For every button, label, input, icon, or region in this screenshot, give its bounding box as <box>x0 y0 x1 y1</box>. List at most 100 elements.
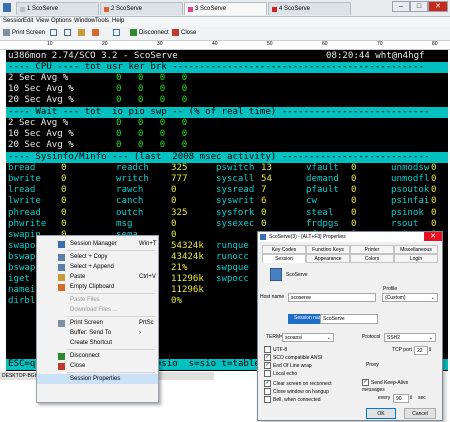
keepalive-checkbox[interactable]: ✓ Send Keep-Alive messages <box>362 379 432 394</box>
stat-name: pswitch <box>216 163 255 174</box>
checkbox-label: End Of Line wrap <box>273 362 312 369</box>
dialog-close-button[interactable]: ✕ <box>424 232 442 241</box>
menu-item-paste-files[interactable]: Paste Files <box>37 295 158 305</box>
close-button[interactable]: Close <box>172 29 196 38</box>
empty-clipboard-icon <box>58 284 65 291</box>
checkbox-sco-compatible-ansi[interactable]: ✓ SCO compatible ANSI <box>264 354 322 362</box>
chevron-down-icon: ⌄ <box>428 335 433 341</box>
menu-item-buffer-send-to[interactable]: Buffer: Send To › <box>37 328 158 338</box>
stat-name: readch <box>116 163 149 174</box>
stat-name: steal <box>306 207 334 218</box>
paste-button[interactable] <box>78 29 87 38</box>
interval-stepper[interactable]: ⇕ <box>409 395 413 402</box>
profile-value: (Custom) <box>385 295 406 301</box>
menu-item-session-properties[interactable]: Session Properties <box>37 374 158 384</box>
tab-login[interactable]: Login <box>394 254 438 263</box>
ruler-tick: 10 <box>47 41 53 47</box>
menu-item-select-copy[interactable]: Select + Copy <box>37 252 158 262</box>
menu-item-shortcut: PrtSc <box>139 320 154 326</box>
menu-item-disconnect[interactable]: Disconnect <box>37 351 158 361</box>
tab-function-keys[interactable]: Function Keys <box>306 245 350 254</box>
checkbox-local-echo[interactable]: Local echo <box>264 370 297 378</box>
stat-name: runocc <box>216 251 249 262</box>
stat-name: sysexec <box>216 218 255 229</box>
menu-item-paste[interactable]: Paste Ctrl+V <box>37 272 158 282</box>
cancel-button[interactable]: Cancel <box>404 408 436 419</box>
stat-value: 0 <box>431 174 437 185</box>
append-button[interactable] <box>64 29 73 38</box>
session-manager-button[interactable] <box>113 29 122 38</box>
tab-printer[interactable]: Printer <box>350 245 394 254</box>
profile-select[interactable]: (Custom) ⌄ <box>382 293 438 302</box>
avg-row-values: 0 0 0 0 <box>116 84 188 95</box>
stat-value: 21% <box>171 263 188 273</box>
menu-item-download-files[interactable]: Download Files ... <box>37 305 158 315</box>
ok-button[interactable]: OK <box>366 408 396 419</box>
protocol-select[interactable]: SSH2 ⌄ <box>384 333 436 342</box>
stat-name: sysread <box>216 185 255 196</box>
menu-item-print-screen[interactable]: Print Screen PrtSc <box>37 318 158 328</box>
checkbox-utf-8[interactable]: UTF-8 <box>264 346 287 354</box>
stat-name: cw <box>306 196 317 207</box>
tab-appearance[interactable]: Appearance <box>306 254 350 263</box>
menu-separator <box>67 250 155 251</box>
menu-item-label: Disconnect <box>70 353 100 359</box>
tab-session-3[interactable]: 3 ScoServe <box>184 2 267 15</box>
window-close-button[interactable]: ✕ <box>428 1 448 12</box>
menu-session[interactable]: Session <box>3 18 24 24</box>
menu-item-session-manager[interactable]: Session Manager Win+T <box>37 239 158 249</box>
tab-key-codes[interactable]: Key Codes <box>262 245 306 254</box>
checkbox-box <box>264 396 271 403</box>
stat-value: 11296k <box>171 274 204 285</box>
menu-edit[interactable]: Edit <box>23 18 33 24</box>
tab-colors[interactable]: Colors <box>350 254 394 263</box>
tab-session[interactable]: Session <box>262 254 306 263</box>
stat-name: rawch <box>116 185 144 196</box>
keepalive-interval-field[interactable]: 90 <box>393 394 409 403</box>
menu-item-label: Session Manager <box>70 241 117 247</box>
checkbox-label: UTF-8 <box>273 346 288 353</box>
menu-tools[interactable]: Tools <box>95 18 109 24</box>
print-screen-button[interactable]: Print Screen <box>3 29 45 38</box>
dialog-title-bar: ScoServe(3) - [ALT+F3] Properties <box>258 232 442 242</box>
stat-value: 0 <box>351 185 357 196</box>
menu-window[interactable]: Window <box>74 18 95 24</box>
minimize-button[interactable]: – <box>392 1 410 12</box>
tab-session-4[interactable]: 4 ScoServe <box>268 2 351 15</box>
term-select[interactable]: scoansi ⌄ <box>282 333 334 342</box>
tab-session-2[interactable]: 2 ScoServe <box>100 2 183 15</box>
ruler-tick: 20 <box>102 41 108 47</box>
app-logo-icon <box>3 3 11 12</box>
tab-miscellaneous[interactable]: Miscellaneous <box>394 245 438 254</box>
hostname-field[interactable]: scoserve <box>288 293 376 302</box>
checkbox-bell-when-connected[interactable]: Bell, when connected <box>264 396 321 404</box>
stat-name: iget <box>8 274 30 285</box>
checkbox-close-window-on-hangup[interactable]: Close window on hangup <box>264 388 329 396</box>
menu-item-empty-clipboard[interactable]: Empty Clipboard <box>37 282 158 292</box>
menu-help[interactable]: Help <box>112 18 124 24</box>
checkbox-label: SCO compatible ANSI <box>273 354 323 361</box>
copy-button[interactable] <box>50 29 59 38</box>
stat-name: bread <box>8 163 36 174</box>
disconnect-button[interactable]: Disconnect <box>130 29 169 38</box>
menu-options[interactable]: Options <box>51 18 72 24</box>
tcp-port-field[interactable]: 22 <box>414 346 428 355</box>
menu-item-close[interactable]: Close <box>37 361 158 371</box>
maximize-button[interactable]: □ <box>410 1 428 12</box>
tab-session-1[interactable]: 1 ScoServe <box>16 2 99 15</box>
menu-item-select-append[interactable]: Select + Append <box>37 262 158 272</box>
empty-clipboard-button[interactable] <box>92 29 101 38</box>
stat-value: 0 <box>431 163 437 174</box>
checkbox-label: Bell, when connected <box>273 396 321 403</box>
sysinfo-header: ---- Sysinfo/Minfo --- (last 2008 msec a… <box>8 152 430 162</box>
session-name-field[interactable]: ScoServe <box>320 314 378 324</box>
menu-item-create-shortcut[interactable]: Create Shortcut <box>37 338 158 348</box>
tcp-port-stepper[interactable]: ⇕ <box>428 347 432 354</box>
avg-row-values: 0 0 0 0 <box>116 129 188 140</box>
stat-name: unmodfl <box>391 174 430 185</box>
checkbox-end-of-line-wrap[interactable]: ✓ End Of Line wrap <box>264 362 312 370</box>
menu-view[interactable]: View <box>36 18 49 24</box>
empty-clipboard-icon <box>92 29 99 36</box>
checkbox-box: ✓ <box>264 362 271 369</box>
checkbox-clear-screen-on-reconnect[interactable]: ✓ Clear screen on reconnect <box>264 380 332 388</box>
